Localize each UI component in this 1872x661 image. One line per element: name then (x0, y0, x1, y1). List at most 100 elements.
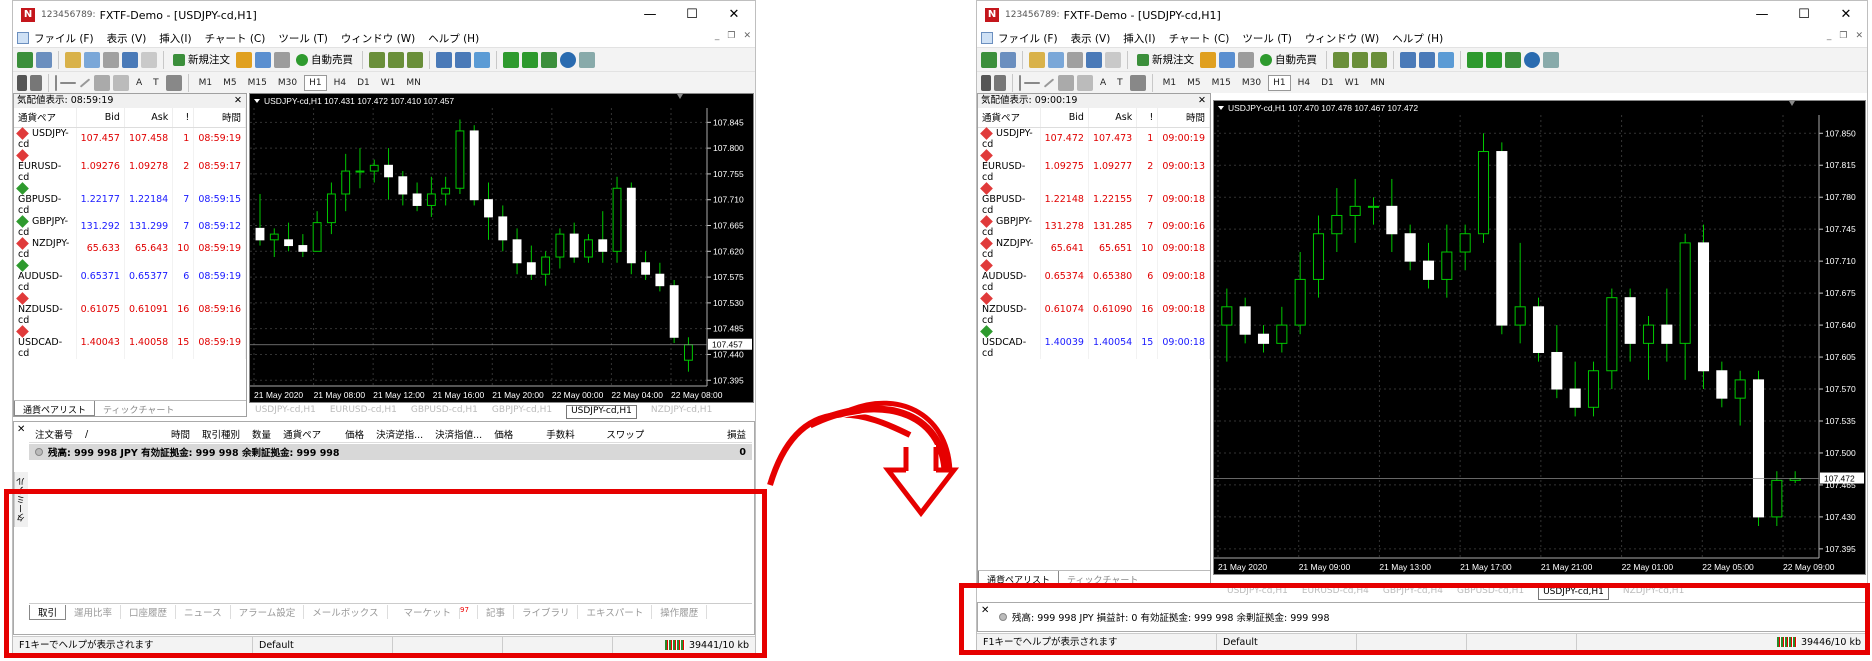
menu-file[interactable]: ファイル (F) (34, 31, 94, 46)
tile-icon[interactable] (1438, 51, 1454, 68)
zoom-in-icon[interactable] (436, 51, 452, 68)
col-ask[interactable]: Ask (1088, 108, 1138, 128)
signals-icon[interactable] (1219, 51, 1235, 68)
auto-trading-button[interactable]: 自動売買 (293, 52, 356, 67)
mdi-close-icon[interactable]: ✕ (743, 31, 751, 41)
chart-tab[interactable]: USDJPY-cd,H1 (1227, 586, 1288, 600)
col-time[interactable]: 時間 (165, 427, 196, 441)
arrows-icon[interactable] (165, 74, 182, 91)
minimize-icon[interactable]: — (629, 1, 671, 29)
chart-tab[interactable]: EURUSD-cd,H4 (1302, 586, 1369, 600)
zoom-out-icon[interactable] (455, 51, 471, 68)
mdi-minimize-icon[interactable]: _ (1827, 31, 1832, 41)
chart-menu-icon[interactable] (254, 99, 260, 103)
tab-symbols[interactable]: 通貨ペアリスト (14, 401, 96, 416)
vertical-line-icon[interactable] (55, 74, 57, 91)
tab-alerts[interactable]: アラーム設定 (231, 605, 305, 619)
chart-menu-icon[interactable] (1218, 106, 1224, 110)
auto-trading-button[interactable]: 自動売買 (1257, 52, 1320, 67)
col-volume[interactable]: 数量 (246, 427, 277, 441)
label-tool-icon[interactable]: T (1113, 76, 1127, 90)
tab-market[interactable]: マーケット 97 (388, 605, 478, 619)
menu-window[interactable]: ウィンドウ (W) (341, 31, 415, 46)
tab-experts[interactable]: エキスパート (578, 605, 653, 619)
maximize-icon[interactable]: ☐ (1783, 1, 1825, 29)
navigator-icon[interactable] (84, 51, 100, 68)
vertical-line-icon[interactable] (1019, 74, 1021, 91)
tab-articles[interactable]: 記事 (478, 605, 514, 619)
tab-tick-chart[interactable]: ティックチャート (95, 401, 182, 416)
tf-h4[interactable]: H4 (330, 76, 351, 90)
templates-icon[interactable] (579, 51, 595, 68)
line-chart-icon[interactable] (407, 51, 423, 68)
tf-m1[interactable]: M1 (1159, 76, 1181, 90)
close-icon[interactable]: ✕ (1198, 94, 1206, 108)
horizontal-line-icon[interactable] (1024, 81, 1040, 84)
chart-tab[interactable]: USDJPY-cd,H1 (255, 405, 316, 419)
menu-tools[interactable]: ツール (T) (278, 31, 327, 46)
tab-mailbox[interactable]: メールボックス (304, 605, 388, 619)
tab-history[interactable]: 口座履歴 (121, 605, 177, 619)
menu-window[interactable]: ウィンドウ (W) (1305, 31, 1379, 46)
maximize-icon[interactable]: ☐ (671, 1, 713, 29)
tab-tick-chart[interactable]: ティックチャート (1059, 571, 1146, 586)
tf-mn[interactable]: MN (1366, 76, 1389, 90)
col-price2[interactable]: 価格 (488, 427, 540, 441)
chart-tab-active[interactable]: USDJPY-cd,H1 (566, 405, 637, 419)
chart-tab[interactable]: GBPUSD-cd,H1 (1457, 586, 1524, 600)
market-watch-icon[interactable] (65, 51, 81, 68)
col-spread[interactable]: ! (1136, 108, 1159, 128)
tf-w1[interactable]: W1 (377, 76, 400, 90)
candlestick-chart[interactable]: 107.845 107.800 107.755 107.710 107.665 107.6… (250, 94, 753, 402)
vps-icon[interactable] (1238, 51, 1254, 68)
quote-row[interactable]: EURUSD-cd 1.09276 1.09278 2 08:59:17 (14, 148, 246, 183)
terminal-icon[interactable] (122, 51, 138, 68)
indicators-icon[interactable] (541, 51, 557, 68)
mdi-restore-icon[interactable]: ❐ (727, 31, 735, 41)
close-icon[interactable]: ✕ (981, 605, 989, 616)
tab-symbols[interactable]: 通貨ペアリスト (978, 571, 1060, 586)
tab-library[interactable]: ライブラリ (514, 605, 579, 619)
quote-row[interactable]: NZDJPY-cd 65.633 65.643 10 08:59:19 (14, 236, 246, 260)
candles-icon[interactable] (1352, 51, 1368, 68)
col-symbol[interactable]: 通貨ペア (978, 108, 1041, 128)
new-order-button[interactable]: 新規注文 (170, 52, 233, 67)
mdi-minimize-icon[interactable]: _ (715, 31, 720, 41)
chart-tab-active[interactable]: USDJPY-cd,H1 (1538, 586, 1609, 600)
price-chart[interactable]: 107.845 107.800 107.755 107.710 107.665 107.6… (249, 93, 754, 403)
tab-news[interactable]: ニュース (176, 605, 231, 619)
periods-icon[interactable] (560, 51, 576, 68)
tf-d1[interactable]: D1 (1317, 76, 1338, 90)
tf-m15[interactable]: M15 (1208, 76, 1235, 90)
minimize-icon[interactable]: — (1741, 1, 1783, 29)
close-icon[interactable]: ✕ (17, 424, 25, 435)
channel-icon[interactable] (94, 74, 110, 91)
col-type[interactable]: 取引種別 (196, 427, 246, 441)
quote-row[interactable]: NZDJPY-cd 65.641 65.651 10 09:00:18 (978, 236, 1210, 260)
text-tool-icon[interactable]: A (1096, 76, 1110, 90)
label-tool-icon[interactable]: T (149, 76, 163, 90)
signals-icon[interactable] (255, 51, 271, 68)
chart-tab[interactable]: GBPJPY-cd,H4 (1383, 586, 1443, 600)
col-swap[interactable]: スワップ (600, 427, 660, 441)
candlestick-chart[interactable]: 107.850 107.815 107.780 107.745 107.710 107.6… (1214, 101, 1865, 574)
tf-m15[interactable]: M15 (244, 76, 271, 90)
chart-tab[interactable]: GBPJPY-cd,H1 (492, 405, 552, 419)
col-ask[interactable]: Ask (124, 108, 174, 128)
crosshair-icon[interactable] (30, 74, 42, 91)
mdi-restore-icon[interactable]: ❐ (1839, 31, 1847, 41)
menu-view[interactable]: 表示 (V) (1071, 31, 1111, 46)
quote-row[interactable]: USDJPY-cd 107.472 107.473 1 09:00:19 (978, 126, 1210, 150)
tab-trade[interactable]: 取引 (29, 604, 67, 620)
tf-w1[interactable]: W1 (1341, 76, 1364, 90)
chart-tab[interactable]: NZDJPY-cd,H1 (1623, 586, 1684, 600)
close-icon[interactable]: ✕ (1825, 1, 1867, 29)
col-tp[interactable]: 決済指値... (429, 427, 488, 441)
menu-insert[interactable]: 挿入(I) (1123, 31, 1155, 46)
arrows-icon[interactable] (1129, 74, 1146, 91)
bar-chart-icon[interactable] (1333, 51, 1349, 68)
chart-shift-icon[interactable] (522, 51, 538, 68)
menu-help[interactable]: ヘルプ (H) (1392, 31, 1443, 46)
quote-row[interactable]: GBPJPY-cd 131.292 131.299 7 08:59:12 (14, 214, 246, 238)
quote-row[interactable]: USDCAD-cd 1.40039 1.40054 15 09:00:18 (978, 324, 1210, 359)
